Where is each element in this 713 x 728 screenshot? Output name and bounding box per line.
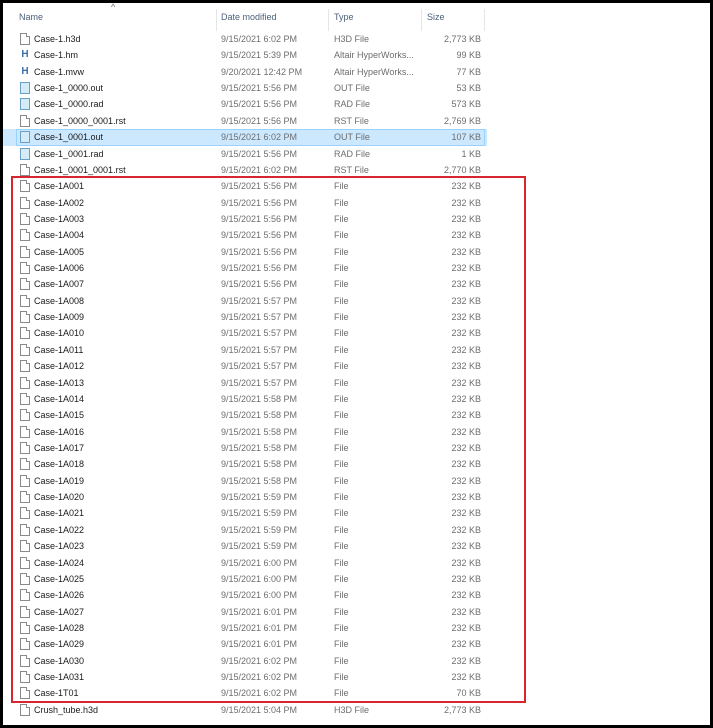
file-name: Case-1_0000_0001.rst [34,115,126,126]
file-row[interactable]: Case-1_0001.rad 9/15/2021 5:56 PM RAD File… [3,146,487,162]
file-name: Case-1.hm [34,50,79,61]
file-name: Case-1_0000.rad [34,99,104,110]
file-name: Crush_tube.h3d [34,704,99,715]
out-file-icon [20,131,30,144]
file-date-modified: 9/15/2021 5:39 PM [221,50,298,61]
file-date-modified: 9/15/2021 5:56 PM [221,148,298,159]
file-size: 53 KB [456,83,481,94]
file-row[interactable]: H Case-1.mvw 9/20/2021 12:42 PM Altair Hype… [3,64,487,80]
column-divider[interactable] [328,9,329,31]
column-divider[interactable] [216,9,217,31]
file-name: Case-1_0001.rad [34,148,104,159]
file-row[interactable]: Case-1_0000.rad 9/15/2021 5:56 PM RAD File… [3,96,487,112]
column-divider[interactable] [421,9,422,31]
file-type: H3D File [334,704,370,715]
file-row[interactable]: Case-1_0000_0001.rst 9/15/2021 5:56 PM RST… [3,113,487,129]
file-date-modified: 9/15/2021 6:02 PM [221,132,298,143]
file-row[interactable]: Case-1_0000.out 9/15/2021 5:56 PM OUT File… [3,80,487,96]
file-row[interactable]: Crush_tube.h3d 9/15/2021 5:04 PM H3D File 2… [3,702,487,718]
file-row[interactable]: Case-1.h3d 9/15/2021 6:02 PM H3D File 2,773… [3,31,487,47]
file-size: 573 KB [451,99,481,110]
file-type: H3D File [334,34,370,44]
file-size: 99 KB [456,50,481,61]
file-type: RST File [334,115,369,126]
column-header-size[interactable]: Size [427,7,482,27]
column-header-row: ^ Name Date modified Type Size [3,3,487,31]
file-size: 1 KB [461,148,481,159]
file-name: Case-1.h3d [34,34,81,44]
file-type: RAD File [334,99,371,110]
column-header-type[interactable]: Type [334,7,419,27]
column-header-name[interactable]: Name [19,7,214,27]
file-date-modified: 9/15/2021 6:02 PM [221,34,298,44]
file-date-modified: 9/15/2021 5:04 PM [221,704,298,715]
file-row[interactable]: Case-1_0001.out 9/15/2021 6:02 PM OUT File… [3,129,487,146]
file-size: 2,773 KB [443,34,481,44]
file-size: 107 KB [451,132,481,143]
column-divider[interactable] [484,9,485,31]
file-icon [20,703,30,716]
out-file-icon [20,98,30,111]
file-type: RAD File [334,148,371,159]
file-date-modified: 9/15/2021 5:56 PM [221,115,298,126]
out-file-icon [20,147,30,160]
file-date-modified: 9/15/2021 5:56 PM [221,99,298,110]
file-icon [20,163,30,176]
file-type: Altair HyperWorks... [334,50,414,61]
hyperworks-icon: H [21,49,29,61]
file-size: 2,773 KB [443,704,481,715]
file-size: 2,769 KB [443,115,481,126]
file-type: Altair HyperWorks... [334,66,414,77]
file-icon [20,114,30,127]
file-size: 77 KB [456,66,481,77]
file-name: Case-1_0001.out [34,132,104,143]
file-date-modified: 9/20/2021 12:42 PM [221,66,303,77]
file-type: OUT File [334,83,370,94]
file-name: Case-1_0000.out [34,83,104,94]
hyperworks-icon: H [21,65,29,77]
column-header-date-modified[interactable]: Date modified [221,7,326,27]
file-type: OUT File [334,132,370,143]
file-name: Case-1.mvw [34,66,85,77]
out-file-icon [20,82,30,95]
file-row[interactable]: H Case-1.hm 9/15/2021 5:39 PM Altair HyperW… [3,47,487,63]
file-icon [20,33,30,45]
file-date-modified: 9/15/2021 5:56 PM [221,83,298,94]
highlight-box [11,176,526,703]
